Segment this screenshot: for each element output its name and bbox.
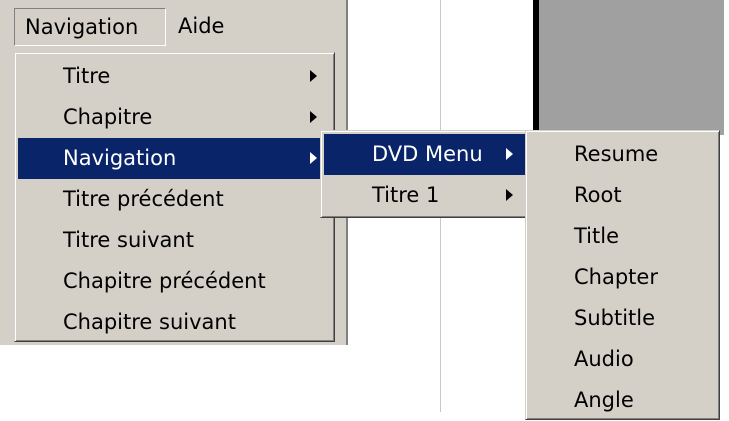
dvd-menu-submenu: Resume Root Title Chapter Subtitle Audio… xyxy=(525,130,720,420)
menu-item-label: Resume xyxy=(574,142,659,166)
menu-item-label: Subtitle xyxy=(574,306,656,330)
menu-item-label: Chapitre xyxy=(63,105,153,129)
menu-item-label: Root xyxy=(574,183,622,207)
menu-item-titre-1[interactable]: Titre 1 xyxy=(324,175,526,216)
menu-item-label: Angle xyxy=(574,388,634,412)
submenu-arrow-icon xyxy=(506,189,513,201)
video-area xyxy=(539,0,724,135)
menu-item-chapitre-precedent[interactable]: Chapitre précédent xyxy=(18,261,331,302)
submenu-arrow-icon xyxy=(506,148,513,160)
menu-item-titre[interactable]: Titre xyxy=(18,56,331,97)
menubar-navigation[interactable]: Navigation xyxy=(14,8,166,46)
menu-item-label: Titre suivant xyxy=(63,228,194,252)
submenu-arrow-icon xyxy=(310,152,317,164)
submenu-arrow-icon xyxy=(310,70,317,82)
menu-item-label: Chapter xyxy=(574,265,658,289)
menu-item-resume[interactable]: Resume xyxy=(529,134,716,175)
menu-item-dvd-menu[interactable]: DVD Menu xyxy=(324,134,526,175)
menu-item-label: Titre 1 xyxy=(372,183,440,207)
menu-item-label: Chapitre suivant xyxy=(63,310,236,334)
menu-item-audio[interactable]: Audio xyxy=(529,339,716,380)
menu-item-label: Chapitre précédent xyxy=(63,269,266,293)
menu-item-label: DVD Menu xyxy=(372,142,483,166)
menu-item-title[interactable]: Title xyxy=(529,216,716,257)
navigation-menu: Titre Chapitre Navigation Titre précéden… xyxy=(14,52,335,342)
menu-item-subtitle[interactable]: Subtitle xyxy=(529,298,716,339)
menu-item-label: Title xyxy=(574,224,620,248)
menu-item-label: Titre précédent xyxy=(63,187,224,211)
menu-item-root[interactable]: Root xyxy=(529,175,716,216)
menubar-aide[interactable]: Aide xyxy=(168,8,238,46)
menu-item-chapter[interactable]: Chapter xyxy=(529,257,716,298)
menu-item-label: Titre xyxy=(63,64,111,88)
navigation-submenu: DVD Menu Titre 1 xyxy=(320,130,530,218)
menu-item-chapitre[interactable]: Chapitre xyxy=(18,97,331,138)
menu-item-label: Audio xyxy=(574,347,634,371)
menu-item-titre-precedent[interactable]: Titre précédent xyxy=(18,179,331,220)
menu-item-navigation[interactable]: Navigation xyxy=(18,138,331,179)
menu-item-titre-suivant[interactable]: Titre suivant xyxy=(18,220,331,261)
menu-item-label: Navigation xyxy=(63,146,177,170)
menu-item-angle[interactable]: Angle xyxy=(529,380,716,421)
menu-bar: Navigation Aide xyxy=(0,0,346,48)
menu-item-chapitre-suivant[interactable]: Chapitre suivant xyxy=(18,302,331,343)
submenu-arrow-icon xyxy=(310,111,317,123)
